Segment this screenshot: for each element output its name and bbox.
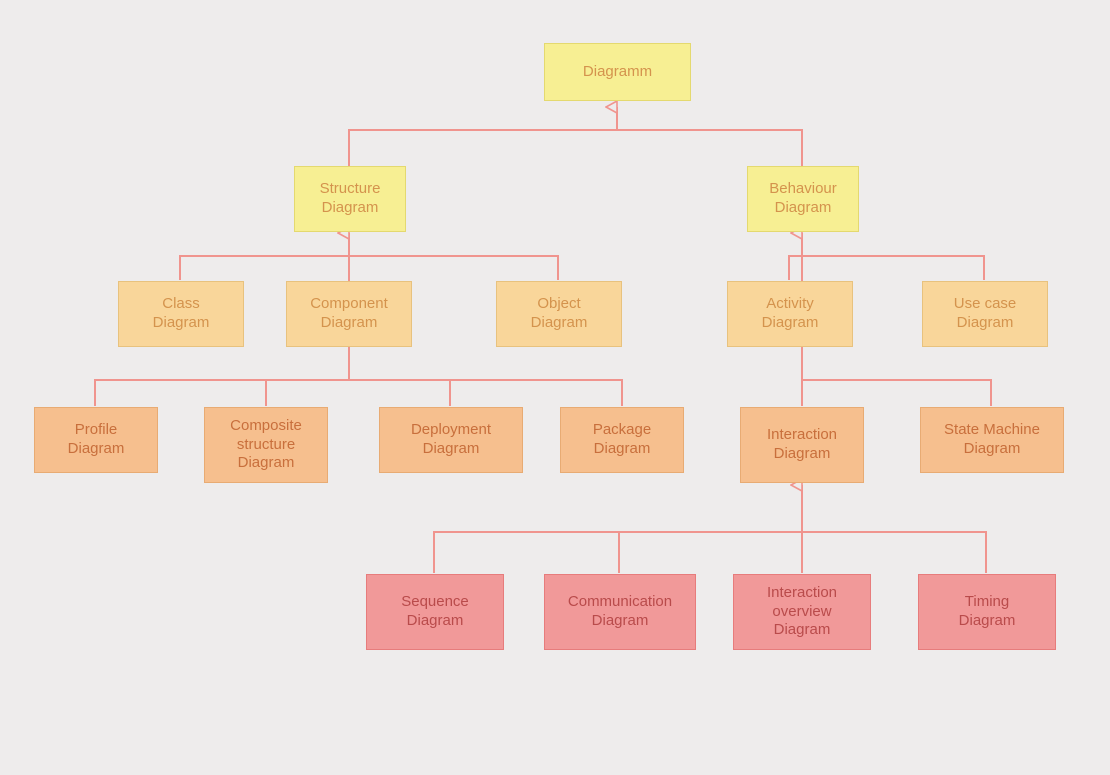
node-package-diagram: PackageDiagram xyxy=(560,407,684,473)
connector-lines xyxy=(0,0,1110,775)
node-diagramm: Diagramm xyxy=(544,43,691,101)
node-statemachine-diagram: State MachineDiagram xyxy=(920,407,1064,473)
node-timing-diagram: TimingDiagram xyxy=(918,574,1056,650)
node-sequence-diagram: SequenceDiagram xyxy=(366,574,504,650)
node-profile-diagram: ProfileDiagram xyxy=(34,407,158,473)
node-communication-diagram: CommunicationDiagram xyxy=(544,574,696,650)
node-object-diagram: ObjectDiagram xyxy=(496,281,622,347)
node-deployment-diagram: DeploymentDiagram xyxy=(379,407,523,473)
node-component-diagram: ComponentDiagram xyxy=(286,281,412,347)
node-interaction-overview: InteractionoverviewDiagram xyxy=(733,574,871,650)
node-class-diagram: ClassDiagram xyxy=(118,281,244,347)
node-behaviour-diagram: BehaviourDiagram xyxy=(747,166,859,232)
node-activity-diagram: ActivityDiagram xyxy=(727,281,853,347)
node-interaction-diagram: InteractionDiagram xyxy=(740,407,864,483)
node-composite-diagram: CompositestructureDiagram xyxy=(204,407,328,483)
node-structure-diagram: StructureDiagram xyxy=(294,166,406,232)
node-usecase-diagram: Use caseDiagram xyxy=(922,281,1048,347)
